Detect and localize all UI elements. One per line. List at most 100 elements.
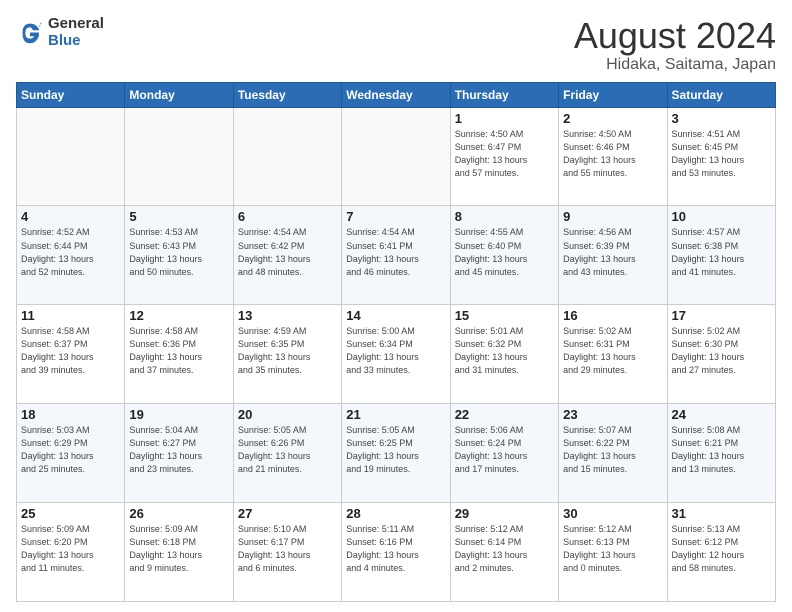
day-number: 1 (455, 111, 554, 126)
day-number: 10 (672, 209, 771, 224)
calendar-cell: 9 Sunrise: 4:56 AM Sunset: 6:39 PM Daylig… (559, 206, 667, 305)
calendar-cell: 26 Sunrise: 5:09 AM Sunset: 6:18 PM Dayli… (125, 503, 233, 602)
calendar-cell: 8Sunrise: 4:55 AM Sunset: 6:40 PM Daylig… (450, 206, 558, 305)
calendar-cell: 20 Sunrise: 5:05 AM Sunset: 6:26 PM Dayli… (233, 404, 341, 503)
calendar-cell: 1 Sunrise: 4:50 AM Sunset: 6:47 PM Daylig… (450, 107, 558, 206)
day-info: Sunrise: 5:00 AM Sunset: 6:34 PM Dayligh… (346, 325, 445, 377)
day-number: 25 (21, 506, 120, 521)
calendar-header-row: SundayMondayTuesdayWednesdayThursdayFrid… (17, 82, 776, 107)
calendar-cell (17, 107, 125, 206)
day-number: 19 (129, 407, 228, 422)
logo-icon (16, 19, 44, 47)
page-title: August 2024 (574, 16, 776, 56)
logo-text: General Blue (48, 16, 104, 49)
calendar-cell: 16 Sunrise: 5:02 AM Sunset: 6:31 PM Dayli… (559, 305, 667, 404)
calendar-cell: 19 Sunrise: 5:04 AM Sunset: 6:27 PM Dayli… (125, 404, 233, 503)
day-number: 12 (129, 308, 228, 323)
page-subtitle: Hidaka, Saitama, Japan (574, 56, 776, 74)
day-info: Sunrise: 5:01 AM Sunset: 6:32 PM Dayligh… (455, 325, 554, 377)
calendar-week-row: 4Sunrise: 4:52 AM Sunset: 6:44 PM Daylig… (17, 206, 776, 305)
day-info: Sunrise: 4:58 AM Sunset: 6:37 PM Dayligh… (21, 325, 120, 377)
day-info: Sunrise: 4:59 AM Sunset: 6:35 PM Dayligh… (238, 325, 337, 377)
calendar-cell: 2Sunrise: 4:50 AM Sunset: 6:46 PM Daylig… (559, 107, 667, 206)
calendar-week-row: 18 Sunrise: 5:03 AM Sunset: 6:29 PM Dayli… (17, 404, 776, 503)
day-number: 22 (455, 407, 554, 422)
calendar-cell (125, 107, 233, 206)
calendar-cell: 28Sunrise: 5:11 AM Sunset: 6:16 PM Dayli… (342, 503, 450, 602)
calendar-cell (233, 107, 341, 206)
day-number: 9 (563, 209, 662, 224)
calendar-cell: 13Sunrise: 4:59 AM Sunset: 6:35 PM Dayli… (233, 305, 341, 404)
day-number: 14 (346, 308, 445, 323)
day-number: 3 (672, 111, 771, 126)
calendar-cell: 21Sunrise: 5:05 AM Sunset: 6:25 PM Dayli… (342, 404, 450, 503)
weekday-header: Friday (559, 82, 667, 107)
day-info: Sunrise: 4:53 AM Sunset: 6:43 PM Dayligh… (129, 226, 228, 278)
day-number: 5 (129, 209, 228, 224)
calendar-week-row: 11 Sunrise: 4:58 AM Sunset: 6:37 PM Dayli… (17, 305, 776, 404)
day-number: 6 (238, 209, 337, 224)
calendar-cell: 24 Sunrise: 5:08 AM Sunset: 6:21 PM Dayli… (667, 404, 775, 503)
calendar-cell: 18 Sunrise: 5:03 AM Sunset: 6:29 PM Dayli… (17, 404, 125, 503)
day-number: 18 (21, 407, 120, 422)
day-info: Sunrise: 5:09 AM Sunset: 6:20 PM Dayligh… (21, 523, 120, 575)
logo-blue-text: Blue (48, 33, 104, 50)
day-number: 11 (21, 308, 120, 323)
calendar-cell: 29Sunrise: 5:12 AM Sunset: 6:14 PM Dayli… (450, 503, 558, 602)
calendar-week-row: 1 Sunrise: 4:50 AM Sunset: 6:47 PM Daylig… (17, 107, 776, 206)
weekday-header: Tuesday (233, 82, 341, 107)
calendar-cell: 11 Sunrise: 4:58 AM Sunset: 6:37 PM Dayli… (17, 305, 125, 404)
day-info: Sunrise: 5:09 AM Sunset: 6:18 PM Dayligh… (129, 523, 228, 575)
day-info: Sunrise: 4:54 AM Sunset: 6:41 PM Dayligh… (346, 226, 445, 278)
title-block: August 2024 Hidaka, Saitama, Japan (574, 16, 776, 74)
day-number: 30 (563, 506, 662, 521)
day-info: Sunrise: 4:51 AM Sunset: 6:45 PM Dayligh… (672, 128, 771, 180)
day-info: Sunrise: 4:57 AM Sunset: 6:38 PM Dayligh… (672, 226, 771, 278)
calendar-cell: 17Sunrise: 5:02 AM Sunset: 6:30 PM Dayli… (667, 305, 775, 404)
day-info: Sunrise: 4:50 AM Sunset: 6:46 PM Dayligh… (563, 128, 662, 180)
day-number: 4 (21, 209, 120, 224)
calendar-cell: 30Sunrise: 5:12 AM Sunset: 6:13 PM Dayli… (559, 503, 667, 602)
day-number: 23 (563, 407, 662, 422)
day-info: Sunrise: 5:05 AM Sunset: 6:26 PM Dayligh… (238, 424, 337, 476)
calendar-cell: 7Sunrise: 4:54 AM Sunset: 6:41 PM Daylig… (342, 206, 450, 305)
day-number: 26 (129, 506, 228, 521)
day-info: Sunrise: 4:50 AM Sunset: 6:47 PM Dayligh… (455, 128, 554, 180)
header: General Blue August 2024 Hidaka, Saitama… (16, 16, 776, 74)
weekday-header: Monday (125, 82, 233, 107)
calendar-cell: 10 Sunrise: 4:57 AM Sunset: 6:38 PM Dayli… (667, 206, 775, 305)
calendar-cell: 27Sunrise: 5:10 AM Sunset: 6:17 PM Dayli… (233, 503, 341, 602)
calendar-cell: 31 Sunrise: 5:13 AM Sunset: 6:12 PM Dayli… (667, 503, 775, 602)
day-number: 29 (455, 506, 554, 521)
day-number: 28 (346, 506, 445, 521)
day-info: Sunrise: 5:04 AM Sunset: 6:27 PM Dayligh… (129, 424, 228, 476)
calendar-cell: 14 Sunrise: 5:00 AM Sunset: 6:34 PM Dayli… (342, 305, 450, 404)
day-number: 20 (238, 407, 337, 422)
day-info: Sunrise: 5:08 AM Sunset: 6:21 PM Dayligh… (672, 424, 771, 476)
day-info: Sunrise: 4:56 AM Sunset: 6:39 PM Dayligh… (563, 226, 662, 278)
day-info: Sunrise: 5:10 AM Sunset: 6:17 PM Dayligh… (238, 523, 337, 575)
day-number: 21 (346, 407, 445, 422)
calendar-cell: 25 Sunrise: 5:09 AM Sunset: 6:20 PM Dayli… (17, 503, 125, 602)
day-info: Sunrise: 5:02 AM Sunset: 6:31 PM Dayligh… (563, 325, 662, 377)
calendar-cell: 3 Sunrise: 4:51 AM Sunset: 6:45 PM Daylig… (667, 107, 775, 206)
day-number: 24 (672, 407, 771, 422)
day-number: 31 (672, 506, 771, 521)
calendar-cell: 22Sunrise: 5:06 AM Sunset: 6:24 PM Dayli… (450, 404, 558, 503)
day-info: Sunrise: 5:02 AM Sunset: 6:30 PM Dayligh… (672, 325, 771, 377)
calendar-cell (342, 107, 450, 206)
calendar-cell: 4Sunrise: 4:52 AM Sunset: 6:44 PM Daylig… (17, 206, 125, 305)
weekday-header: Sunday (17, 82, 125, 107)
calendar-cell: 12 Sunrise: 4:58 AM Sunset: 6:36 PM Dayli… (125, 305, 233, 404)
calendar-week-row: 25 Sunrise: 5:09 AM Sunset: 6:20 PM Dayli… (17, 503, 776, 602)
day-info: Sunrise: 5:03 AM Sunset: 6:29 PM Dayligh… (21, 424, 120, 476)
day-number: 16 (563, 308, 662, 323)
calendar-table: SundayMondayTuesdayWednesdayThursdayFrid… (16, 82, 776, 602)
calendar-cell: 6 Sunrise: 4:54 AM Sunset: 6:42 PM Daylig… (233, 206, 341, 305)
calendar-cell: 15Sunrise: 5:01 AM Sunset: 6:32 PM Dayli… (450, 305, 558, 404)
calendar-cell: 5 Sunrise: 4:53 AM Sunset: 6:43 PM Daylig… (125, 206, 233, 305)
calendar-cell: 23Sunrise: 5:07 AM Sunset: 6:22 PM Dayli… (559, 404, 667, 503)
day-info: Sunrise: 4:58 AM Sunset: 6:36 PM Dayligh… (129, 325, 228, 377)
day-info: Sunrise: 4:54 AM Sunset: 6:42 PM Dayligh… (238, 226, 337, 278)
day-info: Sunrise: 5:13 AM Sunset: 6:12 PM Dayligh… (672, 523, 771, 575)
